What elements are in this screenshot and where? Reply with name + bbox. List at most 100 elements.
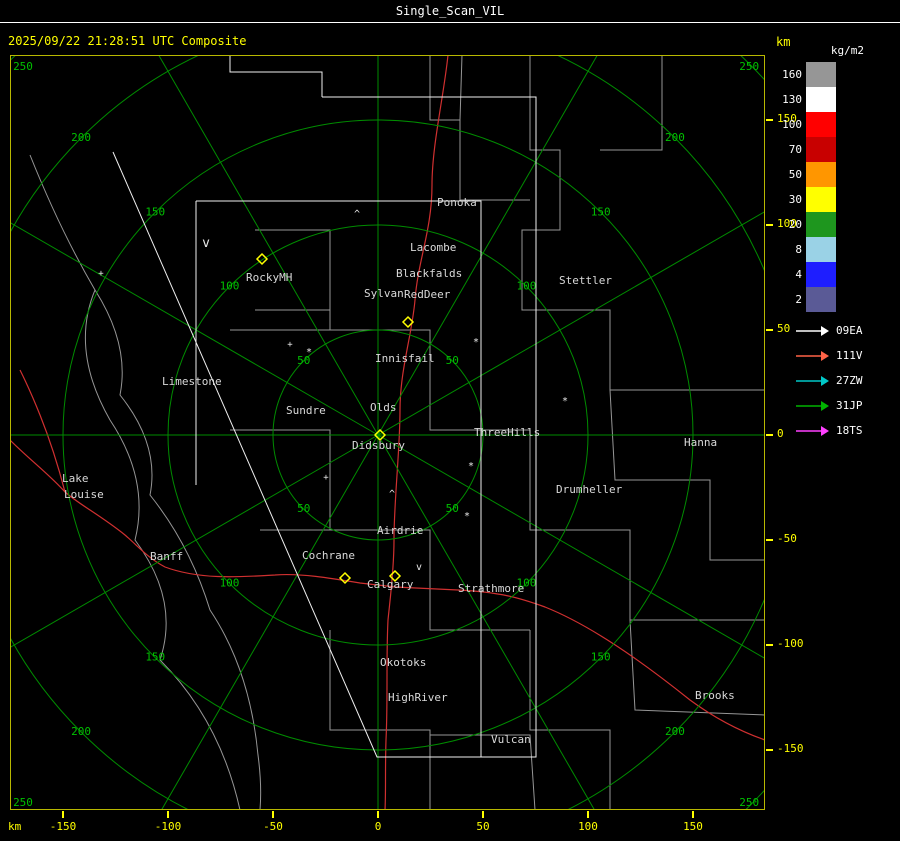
county-boundary	[329, 230, 530, 431]
bottom-axis-tick-label: 0	[374, 820, 382, 833]
range-ring-label: 100	[220, 280, 240, 293]
colorbar-value-label: 20	[788, 218, 802, 231]
city-label: Vulcan	[491, 733, 531, 746]
radar-id-label: 111V	[836, 349, 863, 362]
bottom-axis-tick	[692, 811, 694, 818]
bottom-axis-tick-label: -50	[263, 820, 283, 833]
bottom-axis-tick	[167, 811, 169, 818]
town-marker: +	[323, 473, 329, 483]
radar-id-label: 18TS	[836, 424, 863, 437]
town-marker: +	[98, 269, 104, 279]
colorbar-entry: 160	[780, 62, 836, 87]
right-axis-tick-label: -150	[777, 742, 804, 755]
radar-arrow-icon	[796, 425, 829, 436]
town-marker: ^	[354, 209, 360, 220]
city-label: ThreeHills	[474, 426, 540, 439]
highway-line	[394, 586, 765, 741]
colorbar-swatch	[806, 262, 836, 287]
window-title: Single_Scan_VIL	[395, 4, 505, 18]
radar-site-legend: 09EA 111V 27ZW 31JP 18TS	[794, 318, 863, 443]
radar-arrow-icon	[796, 400, 829, 411]
right-axis-tick-label: -50	[777, 532, 797, 545]
range-ring-label: 250	[739, 796, 759, 809]
bottom-axis-tick	[482, 811, 484, 818]
county-boundary	[600, 55, 663, 151]
city-label: Innisfail	[375, 352, 435, 365]
colorbar-swatch	[806, 187, 836, 212]
range-ring-label: 200	[71, 131, 91, 144]
colorbar-swatch	[806, 237, 836, 262]
highway-line	[19, 369, 66, 493]
bottom-axis-tick-label: -150	[49, 820, 77, 833]
range-ring-label: 250	[739, 60, 759, 73]
colorbar-entry: 130	[780, 87, 836, 112]
map-area[interactable]: 50 50 50 50 100 100 100 100 150 150 150 150 200 200 20…	[10, 55, 765, 810]
city-label: Banff	[150, 550, 183, 563]
colorbar-unit-label: kg/m2	[830, 44, 864, 57]
bottom-axis-tick-label: -100	[154, 820, 182, 833]
range-ring-label: 200	[665, 725, 685, 738]
city-label: RockyMH	[246, 271, 292, 284]
right-axis-tick	[766, 119, 773, 121]
town-marker: *	[473, 337, 479, 348]
bottom-axis-tick	[587, 811, 589, 818]
town-marker: ^	[389, 489, 395, 500]
colorbar-swatch	[806, 287, 836, 312]
city-label: Hanna	[684, 436, 717, 449]
range-ring-label: 150	[145, 651, 165, 664]
right-axis-tick	[766, 329, 773, 331]
county-boundary	[529, 430, 765, 621]
bottom-axis-tick-label: 150	[683, 820, 703, 833]
city-label: Brooks	[695, 689, 735, 702]
radar-coverage-outline	[229, 55, 323, 97]
range-ring-label: 50	[297, 502, 310, 515]
radar-arrow-icon	[796, 375, 829, 386]
colorbar-entry: 20	[780, 212, 836, 237]
colorbar-entry: 70	[780, 137, 836, 162]
town-marker: *	[306, 347, 312, 358]
right-axis-tick-label: 50	[777, 322, 791, 335]
right-axis-tick	[766, 224, 773, 226]
radar-legend-entry: 09EA	[794, 318, 863, 343]
colorbar-value-label: 100	[782, 118, 802, 131]
colorbar-entry: 8	[780, 237, 836, 262]
radar-legend-entry: 18TS	[794, 418, 863, 443]
colorbar-entry: 2	[780, 287, 836, 312]
radar-map-canvas[interactable]: 50 5050 50100 100100 100150 150150 150200 20020…	[10, 55, 765, 810]
city-label: Strathmore	[458, 582, 524, 595]
county-boundary	[459, 55, 463, 121]
radar-arrow-icon	[796, 325, 829, 336]
colorbar-value-label: 50	[788, 168, 802, 181]
town-marker: *	[464, 511, 470, 522]
city-label: Drumheller	[556, 483, 623, 496]
bottom-axis-tick	[62, 811, 64, 818]
range-ring-label: 100	[517, 280, 537, 293]
colorbar-entry: 100	[780, 112, 836, 137]
radar-id-label: 31JP	[836, 399, 863, 412]
right-axis-tick	[766, 644, 773, 646]
bottom-axis-unit-label: km	[8, 820, 22, 833]
range-ring-label: 50	[446, 354, 459, 367]
bottom-axis-tick	[377, 811, 379, 818]
town-marker: *	[468, 461, 474, 472]
right-axis-tick	[766, 749, 773, 751]
city-label: Sundre	[286, 404, 326, 417]
city-label: Okotoks	[380, 656, 426, 669]
colorbar-swatch	[806, 162, 836, 187]
colorbar-swatch	[806, 112, 836, 137]
range-ring-label: 150	[591, 205, 611, 218]
colorbar-swatch	[806, 137, 836, 162]
town-marker: *	[562, 396, 568, 407]
county-boundary	[521, 55, 765, 391]
colorbar-value-label: 8	[795, 243, 802, 256]
colorbar-value-label: 130	[782, 93, 802, 106]
right-axis-tick	[766, 539, 773, 541]
colorbar: 160 130 100 70 50 30 20 8 4 2	[780, 62, 836, 312]
colorbar-entry: 50	[780, 162, 836, 187]
radar-id-label: 09EA	[836, 324, 863, 337]
city-label: Sylvan	[364, 287, 404, 300]
range-ring-label: 100	[220, 576, 240, 589]
colorbar-value-label: 30	[788, 193, 802, 206]
county-boundary	[609, 389, 765, 561]
town-marker: v	[202, 236, 210, 251]
